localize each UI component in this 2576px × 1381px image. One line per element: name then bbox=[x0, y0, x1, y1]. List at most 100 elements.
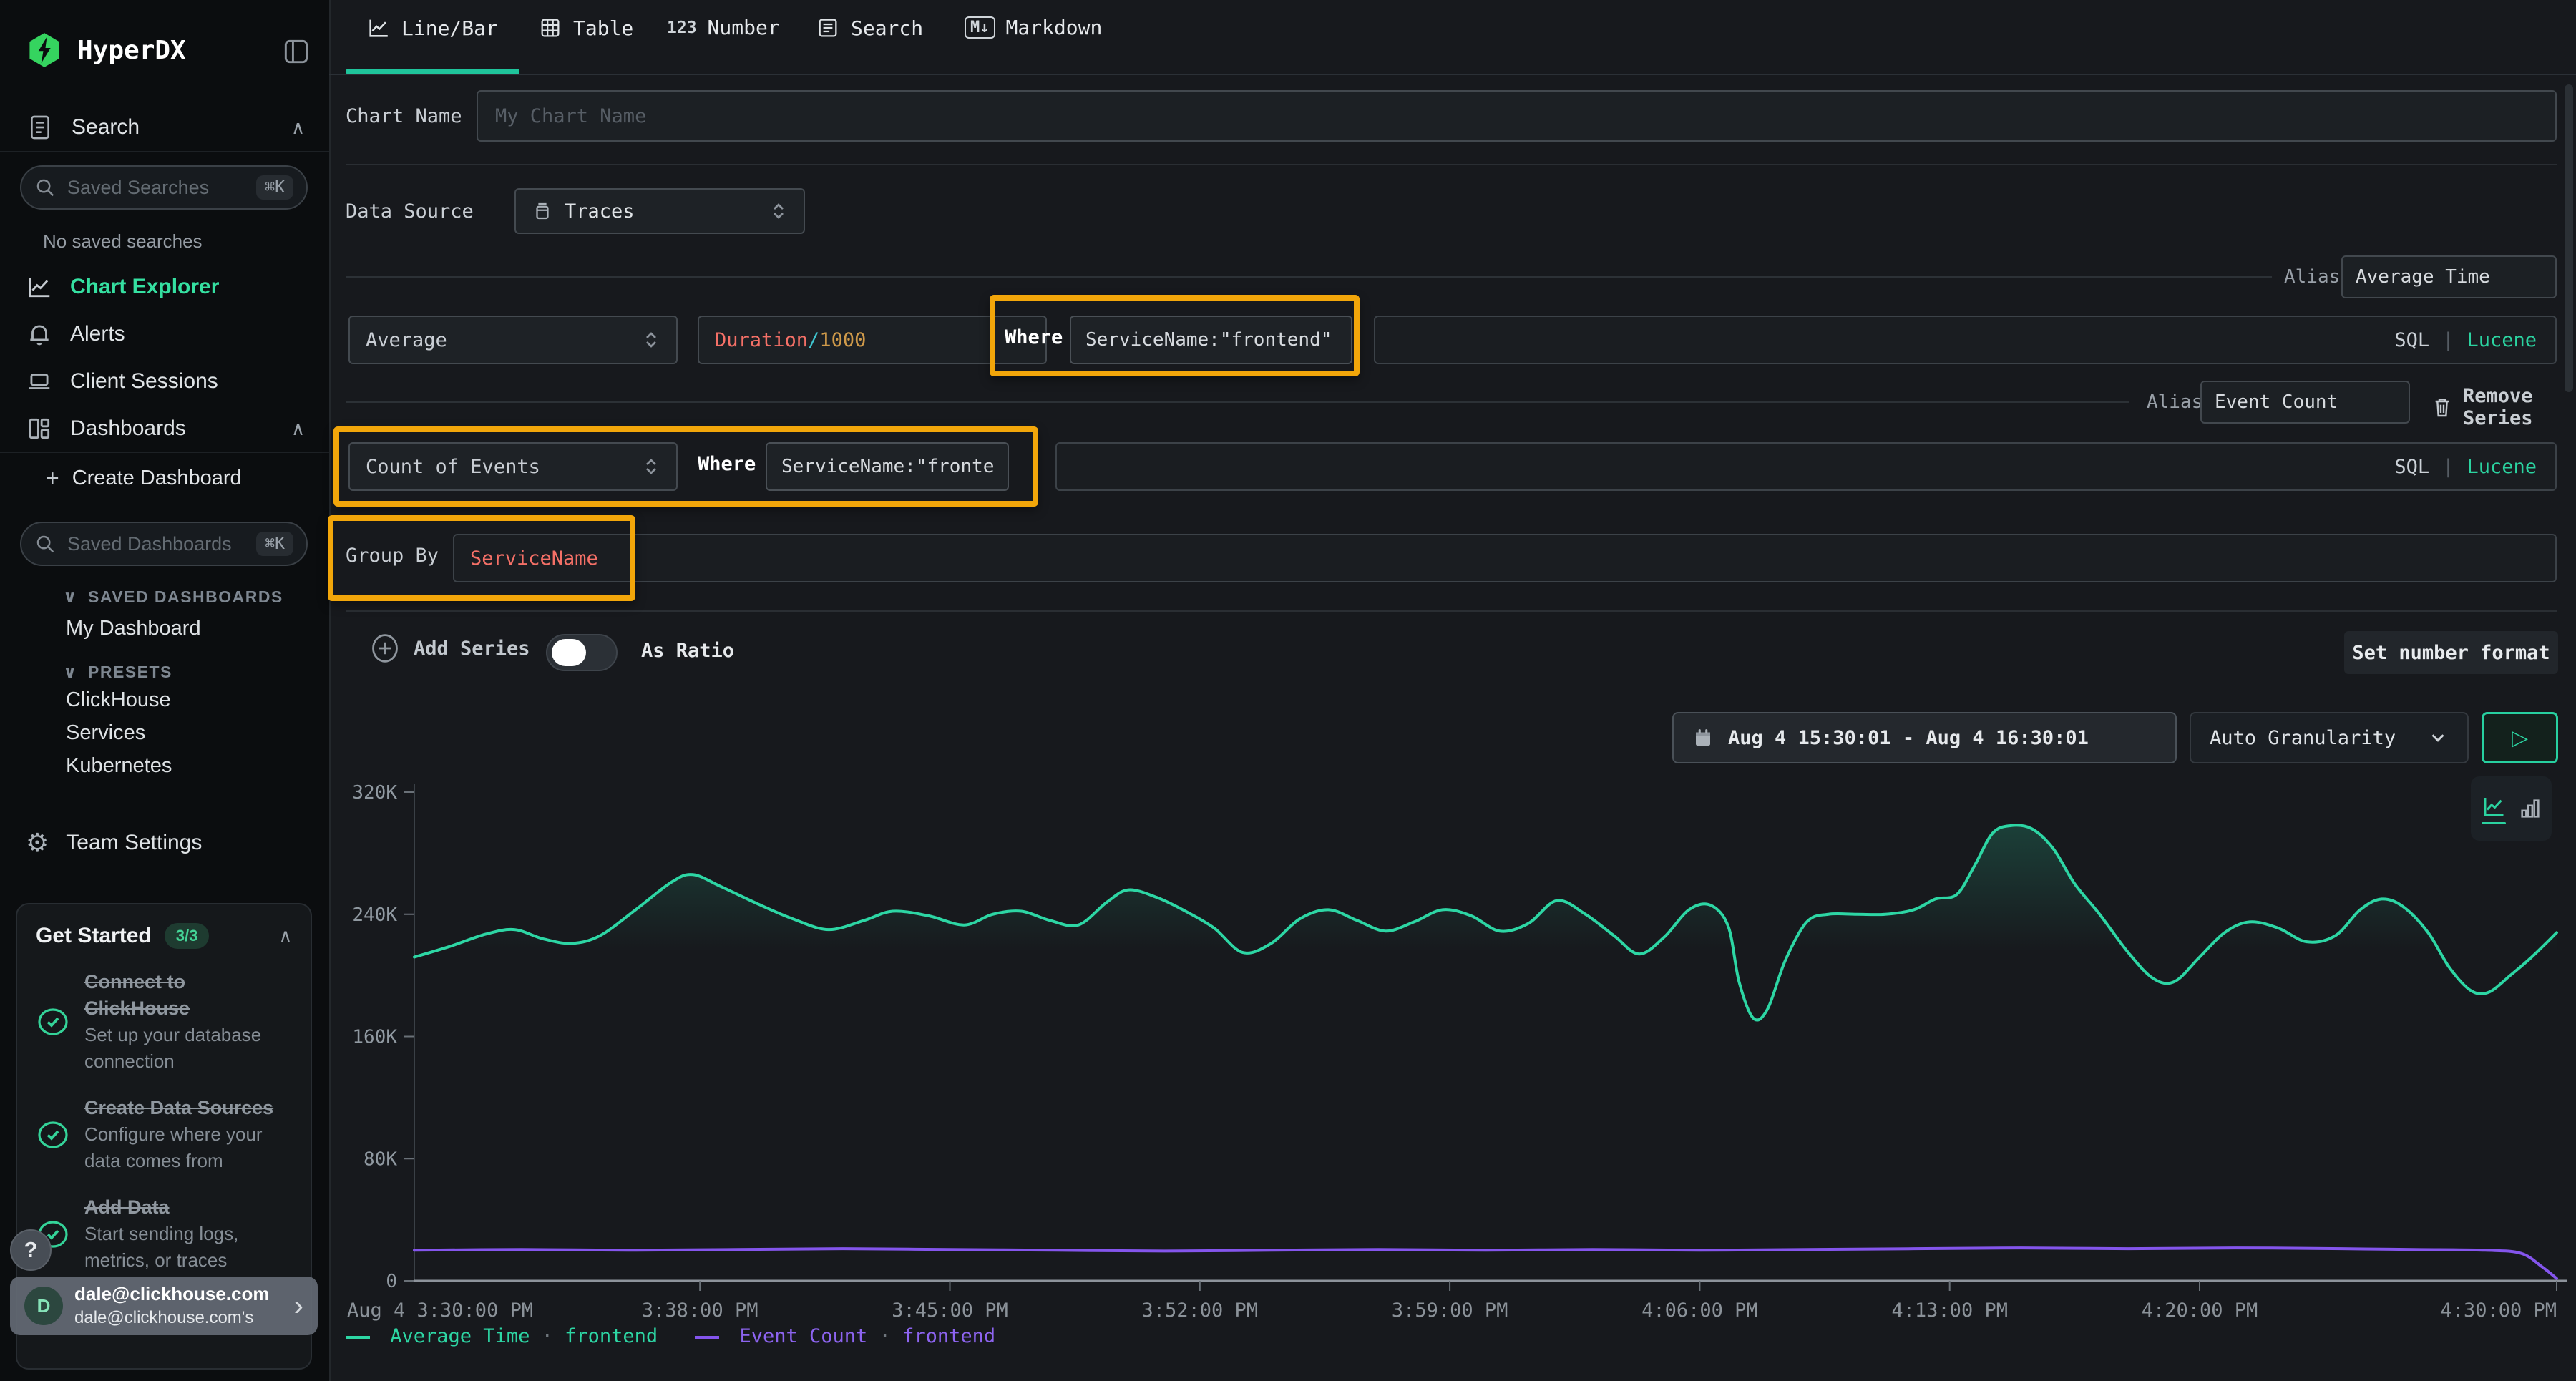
section-label: PRESETS bbox=[88, 663, 172, 682]
chevron-up-icon[interactable]: ∧ bbox=[291, 418, 305, 440]
divider bbox=[346, 610, 2557, 612]
get-started-step-add-data[interactable]: Add Data Start sending logs, metrics, or… bbox=[36, 1194, 292, 1274]
sidebar-collapse-icon[interactable] bbox=[280, 36, 312, 71]
tab-label: Line/Bar bbox=[401, 16, 498, 40]
help-button[interactable]: ? bbox=[10, 1229, 52, 1271]
search-docs-icon bbox=[26, 113, 54, 142]
time-range-picker[interactable]: Aug 4 15:30:01 - Aug 4 16:30:01 bbox=[1672, 712, 2177, 763]
table-icon bbox=[538, 16, 562, 40]
sidebar-item-client-sessions[interactable]: Client Sessions bbox=[26, 368, 305, 395]
sidebar-item-dashboards[interactable]: Dashboards ∧ bbox=[26, 415, 305, 442]
sidebar-item-search[interactable]: Search ∧ bbox=[26, 113, 305, 142]
series-2-aggregation-select[interactable]: Count of Events bbox=[348, 442, 678, 491]
legend-item-average-time[interactable]: Average Time · frontend bbox=[346, 1325, 658, 1347]
tab-table[interactable]: Table bbox=[538, 16, 633, 40]
legend-swatch bbox=[695, 1336, 719, 1339]
create-dashboard-label: Create Dashboard bbox=[72, 467, 242, 490]
section-label: SAVED DASHBOARDS bbox=[88, 587, 283, 607]
add-series-button[interactable]: Add Series bbox=[369, 633, 530, 664]
series-2-where-input[interactable] bbox=[766, 442, 1009, 491]
svg-text:0: 0 bbox=[386, 1271, 397, 1292]
scrollbar-thumb[interactable] bbox=[2565, 84, 2573, 392]
shortcut-badge: ⌘K bbox=[256, 532, 293, 556]
sidebar-item-label: Alerts bbox=[70, 322, 125, 346]
tab-number[interactable]: 123 Number bbox=[667, 16, 780, 39]
user-menu[interactable]: D dale@clickhouse.com dale@clickhouse.co… bbox=[10, 1277, 318, 1335]
sidebar-item-label: Team Settings bbox=[66, 831, 202, 855]
sidebar-item-team-settings[interactable]: ⚙ Team Settings bbox=[26, 829, 305, 857]
create-dashboard-button[interactable]: + Create Dashboard bbox=[46, 465, 303, 492]
sidebar-item-clickhouse[interactable]: ClickHouse bbox=[66, 688, 171, 712]
granularity-select[interactable]: Auto Granularity bbox=[2190, 712, 2469, 763]
sidebar-item-kubernetes[interactable]: Kubernetes bbox=[66, 754, 172, 778]
series-1-aggregation-select[interactable]: Average bbox=[348, 316, 678, 364]
sql-toggle[interactable]: SQL bbox=[2394, 329, 2429, 351]
user-subtitle: dale@clickhouse.com's bbox=[74, 1306, 283, 1330]
sidebar-item-alerts[interactable]: Alerts bbox=[26, 321, 305, 348]
sidebar-item-label: Dashboards bbox=[70, 416, 186, 441]
tab-label: Number bbox=[708, 16, 780, 39]
chart-legend: Average Time · frontend Event Count · fr… bbox=[346, 1325, 995, 1347]
chevron-up-icon[interactable]: ∧ bbox=[279, 925, 292, 947]
set-number-format-button[interactable]: Set number format bbox=[2344, 631, 2558, 674]
remove-series-button[interactable]: Remove Series bbox=[2431, 385, 2576, 429]
saved-searches-input[interactable]: ⌘K bbox=[20, 165, 308, 210]
sidebar: HyperDX Search ∧ ⌘K No saved searches Ch… bbox=[0, 0, 331, 1381]
tab-line-bar[interactable]: Line/Bar bbox=[366, 16, 498, 40]
help-icon: ? bbox=[24, 1237, 38, 1263]
saved-dashboards-input[interactable]: ⌘K bbox=[20, 522, 308, 566]
run-query-button[interactable]: ▷ bbox=[2482, 712, 2558, 763]
series-1-expression-field[interactable]: Duration/1000 bbox=[698, 316, 1047, 364]
shortcut-badge: ⌘K bbox=[256, 175, 293, 200]
timeseries-chart[interactable]: 080K160K240K320KAug 4 3:30:00 PM3:38:00 … bbox=[329, 773, 2576, 1345]
series-1-query-field[interactable]: SQL | Lucene bbox=[1374, 316, 2557, 364]
alias-divider-line bbox=[346, 276, 2272, 278]
lucene-toggle[interactable]: Lucene bbox=[2467, 329, 2537, 351]
svg-text:3:52:00 PM: 3:52:00 PM bbox=[1142, 1299, 1259, 1322]
saved-dashboards-field[interactable] bbox=[66, 532, 246, 556]
expression-token: Duration bbox=[715, 329, 808, 351]
lucene-toggle[interactable]: Lucene bbox=[2467, 456, 2537, 478]
list-icon bbox=[816, 16, 840, 40]
divider bbox=[346, 164, 2557, 165]
laptop-icon bbox=[26, 368, 53, 395]
aggregation-value: Count of Events bbox=[366, 456, 630, 478]
series-1-where-input[interactable] bbox=[1070, 316, 1352, 364]
step-desc: Start sending logs, metrics, or traces bbox=[84, 1223, 238, 1271]
saved-searches-field[interactable] bbox=[66, 176, 246, 200]
sidebar-item-my-dashboard[interactable]: My Dashboard bbox=[66, 617, 201, 640]
as-ratio-toggle[interactable] bbox=[546, 634, 618, 671]
chevron-down-icon: ∨ bbox=[63, 662, 78, 683]
get-started-step-connect[interactable]: Connect to ClickHouse Set up your databa… bbox=[36, 969, 292, 1075]
sidebar-item-label: Chart Explorer bbox=[70, 275, 219, 299]
get-started-step-sources[interactable]: Create Data Sources Configure where your… bbox=[36, 1095, 292, 1174]
series-1-alias-input[interactable] bbox=[2341, 255, 2557, 298]
data-source-select[interactable]: Traces bbox=[514, 188, 805, 234]
group-by-input[interactable]: ServiceName bbox=[453, 534, 2557, 582]
no-saved-searches-text: No saved searches bbox=[43, 230, 203, 253]
brand: HyperDX bbox=[26, 31, 186, 69]
sql-toggle[interactable]: SQL bbox=[2394, 456, 2429, 478]
svg-text:160K: 160K bbox=[352, 1027, 397, 1048]
select-caret-icon bbox=[642, 329, 660, 351]
aggregation-value: Average bbox=[366, 329, 630, 351]
series-2-query-field[interactable]: SQL | Lucene bbox=[1055, 442, 2557, 491]
saved-dashboards-section[interactable]: ∨ SAVED DASHBOARDS bbox=[63, 587, 283, 607]
active-tab-underline bbox=[346, 69, 519, 74]
legend-item-event-count[interactable]: Event Count · frontend bbox=[695, 1325, 995, 1347]
gear-icon: ⚙ bbox=[26, 829, 49, 857]
legend-swatch bbox=[346, 1336, 370, 1339]
bell-icon bbox=[26, 321, 53, 348]
sidebar-item-services[interactable]: Services bbox=[66, 721, 145, 745]
svg-text:Aug 4 3:30:00 PM: Aug 4 3:30:00 PM bbox=[347, 1299, 533, 1322]
chevron-up-icon[interactable]: ∧ bbox=[291, 117, 305, 139]
tab-search[interactable]: Search bbox=[816, 16, 923, 40]
sidebar-item-chart-explorer[interactable]: Chart Explorer bbox=[26, 273, 305, 301]
presets-section[interactable]: ∨ PRESETS bbox=[63, 662, 172, 683]
tab-markdown[interactable]: M↓ Markdown bbox=[965, 16, 1102, 39]
chart-name-input[interactable] bbox=[477, 90, 2557, 142]
divider bbox=[0, 452, 329, 453]
series-2-alias-input[interactable] bbox=[2200, 381, 2410, 424]
get-started-title: Get Started bbox=[36, 924, 152, 948]
get-started-header[interactable]: Get Started 3/3 ∧ bbox=[36, 923, 292, 949]
